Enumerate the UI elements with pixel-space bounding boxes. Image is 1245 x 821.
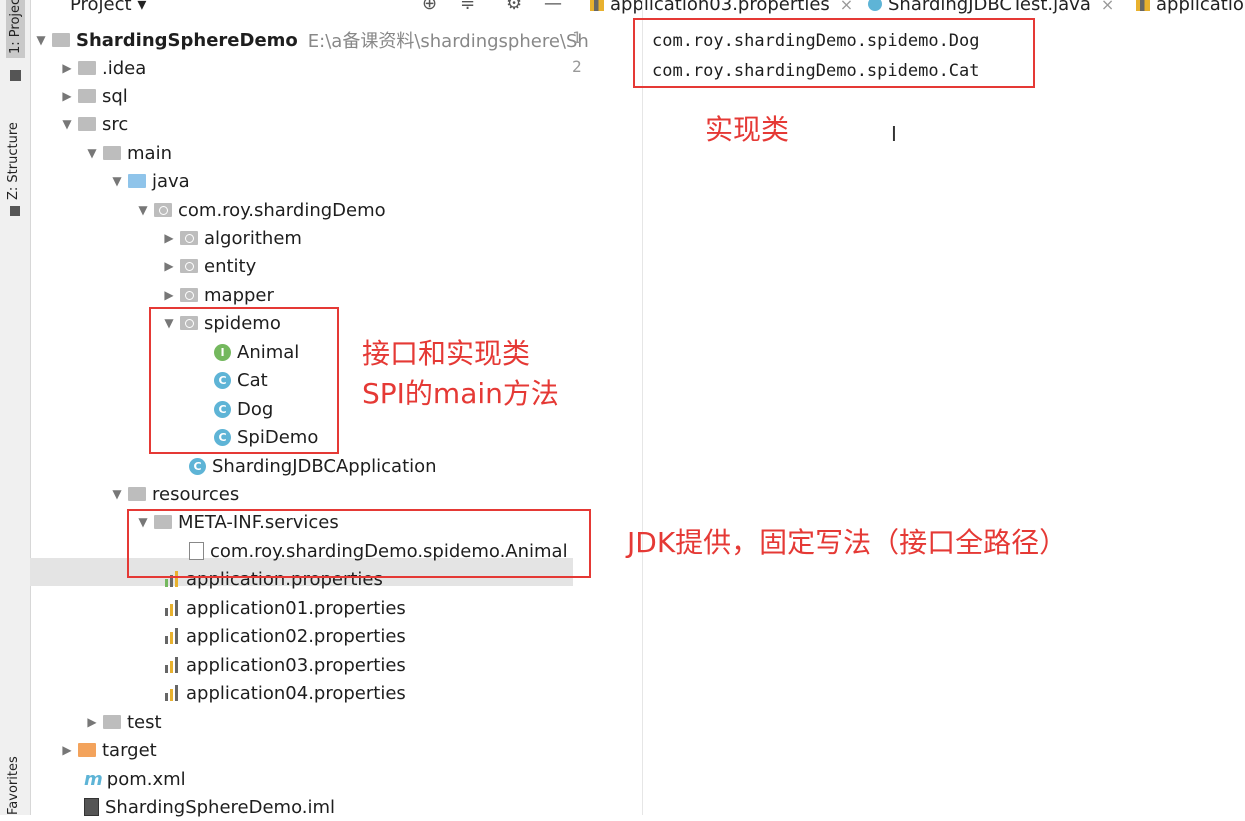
- expand-arrow-icon[interactable]: ▶: [162, 288, 176, 302]
- properties-file-icon: [164, 685, 180, 701]
- tab-shardingjdbctest[interactable]: ShardingJDBCTest.java ×: [868, 0, 1114, 15]
- expand-arrow-icon[interactable]: ▶: [162, 259, 176, 273]
- project-view-selector[interactable]: Project ▾: [70, 0, 146, 15]
- close-icon[interactable]: ×: [840, 0, 853, 14]
- structure-icon: [10, 206, 20, 216]
- favorites-tool-tab[interactable]: Favorites: [6, 756, 21, 815]
- package-icon: [180, 231, 198, 245]
- tree-item-sql[interactable]: ▶ sql: [60, 82, 127, 110]
- tree-item-target[interactable]: ▶ target: [60, 736, 156, 764]
- folder-icon: [78, 61, 96, 75]
- chevron-down-icon: ▾: [137, 0, 147, 15]
- folder-icon: [103, 715, 121, 729]
- expand-arrow-icon[interactable]: ▼: [110, 487, 124, 501]
- root-path: E:\a备课资料\shardingsphere\Sh: [307, 31, 589, 52]
- spidemo-highlight-box: [149, 307, 339, 454]
- services-highlight-box: [127, 509, 591, 578]
- tree-item-mapper[interactable]: ▶ mapper: [162, 281, 274, 309]
- package-icon: [180, 288, 198, 302]
- package-icon: [154, 203, 172, 217]
- spring-app-icon: C: [189, 457, 206, 475]
- tree-item-application02[interactable]: application02.properties: [160, 622, 406, 650]
- line-number-gutter: 1 2: [572, 28, 602, 86]
- expand-arrow-icon[interactable]: ▶: [60, 61, 74, 75]
- properties-file-icon: [164, 600, 180, 616]
- tree-item-resources[interactable]: ▼ resources: [110, 480, 239, 508]
- tree-item-java[interactable]: ▼ java: [110, 167, 189, 195]
- hide-icon[interactable]: —: [544, 0, 562, 14]
- expand-arrow-icon[interactable]: ▼: [60, 117, 74, 131]
- module-file-icon: [84, 798, 99, 816]
- module-folder-icon: [52, 33, 70, 47]
- editor-divider: [642, 0, 643, 815]
- close-icon[interactable]: ×: [1101, 0, 1114, 14]
- tree-item-main[interactable]: ▼ main: [85, 139, 172, 167]
- tab-application[interactable]: applicatio: [1136, 0, 1244, 15]
- text-cursor-icon: I: [891, 122, 897, 146]
- iface-annotation-line1: 接口和实现类: [362, 337, 531, 370]
- expand-arrow-icon[interactable]: ▼: [85, 146, 99, 160]
- properties-file-icon: [590, 0, 604, 11]
- gear-icon[interactable]: ⚙: [506, 0, 522, 14]
- impl-annotation: 实现类: [705, 113, 790, 146]
- package-icon: [180, 259, 198, 273]
- source-folder-icon: [128, 174, 146, 188]
- tree-item-application[interactable]: C ShardingJDBCApplication: [185, 452, 437, 480]
- line-number: 2: [572, 57, 582, 76]
- tree-item-idea[interactable]: ▶ .idea: [60, 54, 146, 82]
- class-icon: [868, 0, 882, 11]
- impl-highlight-box: [633, 18, 1035, 88]
- maven-icon: m: [84, 768, 103, 790]
- excluded-folder-icon: [78, 743, 96, 757]
- root-name: ShardingSphereDemo: [76, 29, 298, 51]
- expand-arrow-icon[interactable]: ▶: [60, 89, 74, 103]
- properties-file-icon: [164, 657, 180, 673]
- tree-item-package[interactable]: ▼ com.roy.shardingDemo: [136, 196, 385, 224]
- tree-item-src[interactable]: ▼ src: [60, 110, 128, 138]
- line-number: 1: [572, 28, 582, 47]
- expand-arrow-icon[interactable]: ▶: [85, 715, 99, 729]
- structure-tool-tab[interactable]: Z: Structure: [6, 122, 21, 200]
- collapse-icon[interactable]: ≑: [460, 0, 475, 14]
- tool-window-strip: 1: Project Z: Structure Favorites: [0, 0, 31, 815]
- tree-item-pom[interactable]: m pom.xml: [80, 765, 186, 793]
- tree-item-root[interactable]: ▼ ShardingSphereDemo E:\a备课资料\shardingsp…: [34, 26, 589, 54]
- tree-item-application01[interactable]: application01.properties: [160, 594, 406, 622]
- properties-file-icon: [1136, 0, 1150, 11]
- expand-arrow-icon[interactable]: ▼: [34, 33, 48, 47]
- tree-item-algorithem[interactable]: ▶ algorithem: [162, 224, 302, 252]
- tree-item-application04[interactable]: application04.properties: [160, 679, 406, 707]
- properties-file-icon: [164, 628, 180, 644]
- expand-arrow-icon[interactable]: ▶: [162, 231, 176, 245]
- expand-arrow-icon[interactable]: ▼: [110, 174, 124, 188]
- tree-item-test[interactable]: ▶ test: [85, 708, 161, 736]
- locate-icon[interactable]: ⊕: [422, 0, 437, 14]
- resources-folder-icon: [128, 487, 146, 501]
- expand-arrow-icon[interactable]: ▼: [136, 203, 150, 217]
- project-tool-tab[interactable]: 1: Project: [6, 0, 25, 58]
- folder-icon: [103, 146, 121, 160]
- iface-annotation-line2: SPI的main方法: [362, 377, 559, 410]
- expand-arrow-icon[interactable]: ▶: [60, 743, 74, 757]
- folder-icon: [78, 89, 96, 103]
- folder-icon: [10, 70, 21, 81]
- tab-application03[interactable]: application03.properties ×: [590, 0, 853, 15]
- tree-item-iml[interactable]: ShardingSphereDemo.iml: [80, 793, 335, 821]
- tree-item-entity[interactable]: ▶ entity: [162, 252, 256, 280]
- tree-item-application03[interactable]: application03.properties: [160, 651, 406, 679]
- folder-icon: [78, 117, 96, 131]
- jdk-annotation: JDK提供，固定写法（接口全路径）: [627, 526, 1068, 559]
